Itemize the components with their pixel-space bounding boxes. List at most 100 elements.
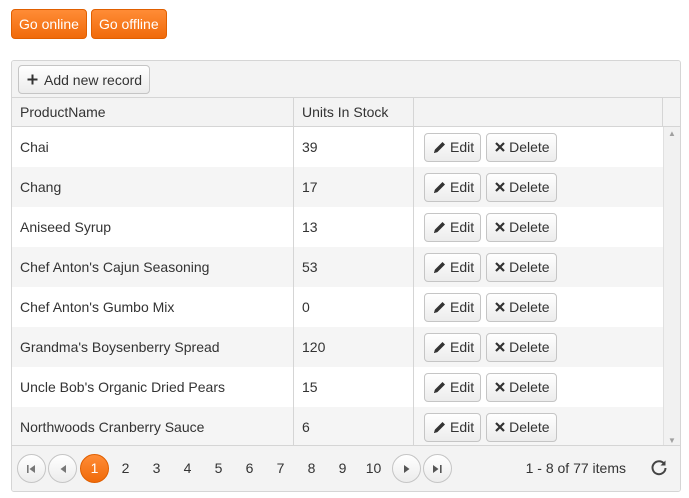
table-row: Northwoods Cranberry Sauce 6 Edit Delete: [12, 407, 664, 447]
delete-button[interactable]: Delete: [486, 132, 557, 162]
edit-label: Edit: [450, 378, 475, 395]
table-row: Chai 39 Edit Delete: [12, 127, 664, 167]
table-row: Grandma's Boysenberry Spread 120 Edit Delet…: [12, 327, 664, 367]
page-number-1[interactable]: 1: [80, 454, 109, 483]
add-new-record-button[interactable]: Add new record: [18, 65, 151, 94]
refresh-icon[interactable]: [650, 459, 668, 477]
connection-buttons: Go online Go offline: [11, 9, 167, 39]
page-number-7[interactable]: 7: [265, 454, 296, 483]
previous-page-button[interactable]: [48, 454, 77, 483]
pencil-icon: [434, 421, 445, 433]
actions-cell: Edit Delete: [414, 407, 663, 447]
close-icon: [495, 342, 505, 352]
grid-toolbar: Add new record: [12, 61, 680, 98]
pencil-icon: [434, 301, 445, 313]
delete-label: Delete: [509, 298, 550, 315]
column-header-product-name[interactable]: ProductName: [12, 98, 294, 126]
page-number-3[interactable]: 3: [141, 454, 172, 483]
next-page-button[interactable]: [392, 454, 421, 483]
actions-cell: Edit Delete: [414, 367, 663, 407]
units-in-stock-cell: 53: [294, 247, 414, 287]
table-row: Chef Anton's Cajun Seasoning 53 Edit Delete: [12, 247, 664, 287]
units-in-stock-cell: 13: [294, 207, 414, 247]
pager-info: 1 - 8 of 77 items: [525, 460, 626, 476]
delete-button[interactable]: Delete: [486, 292, 557, 322]
plus-icon: [27, 74, 38, 85]
vertical-scrollbar[interactable]: ▲ ▼: [663, 127, 680, 447]
table-row: Aniseed Syrup 13 Edit Delete: [12, 207, 664, 247]
actions-cell: Edit Delete: [414, 127, 663, 167]
grid-pager: 1 2 3 4 5 6 7 8 9 10 1 - 8 of 77 items: [12, 445, 680, 491]
last-page-button[interactable]: [423, 454, 452, 483]
next-page-icon: [403, 464, 409, 473]
page-number-10[interactable]: 10: [358, 454, 389, 483]
edit-label: Edit: [450, 338, 475, 355]
last-page-icon: [433, 464, 442, 473]
delete-button[interactable]: Delete: [486, 212, 557, 242]
edit-button[interactable]: Edit: [424, 332, 482, 362]
product-name-cell: Aniseed Syrup: [12, 207, 294, 247]
products-grid: Add new record ProductName Units In Stoc…: [11, 60, 681, 492]
page-number-4[interactable]: 4: [172, 454, 203, 483]
units-in-stock-cell: 0: [294, 287, 414, 327]
product-name-cell: Chef Anton's Gumbo Mix: [12, 287, 294, 327]
delete-label: Delete: [509, 258, 550, 275]
delete-label: Delete: [509, 418, 550, 435]
table-row: Chef Anton's Gumbo Mix 0 Edit Delete: [12, 287, 664, 327]
previous-page-icon: [60, 464, 66, 473]
add-new-record-label: Add new record: [44, 71, 143, 88]
edit-button[interactable]: Edit: [424, 132, 482, 162]
delete-button[interactable]: Delete: [486, 412, 557, 442]
edit-label: Edit: [450, 258, 475, 275]
page-number-5[interactable]: 5: [203, 454, 234, 483]
go-online-button[interactable]: Go online: [11, 9, 87, 39]
first-page-icon: [27, 464, 35, 473]
page-number-8[interactable]: 8: [296, 454, 327, 483]
edit-button[interactable]: Edit: [424, 252, 482, 282]
actions-cell: Edit Delete: [414, 167, 663, 207]
scroll-up-icon[interactable]: ▲: [668, 129, 676, 138]
delete-button[interactable]: Delete: [486, 172, 557, 202]
units-in-stock-cell: 120: [294, 327, 414, 367]
pencil-icon: [434, 341, 445, 353]
units-in-stock-cell: 6: [294, 407, 414, 447]
actions-cell: Edit Delete: [414, 207, 663, 247]
delete-button[interactable]: Delete: [486, 332, 557, 362]
edit-label: Edit: [450, 178, 475, 195]
units-in-stock-cell: 17: [294, 167, 414, 207]
edit-button[interactable]: Edit: [424, 372, 482, 402]
delete-label: Delete: [509, 218, 550, 235]
page-number-2[interactable]: 2: [110, 454, 141, 483]
go-offline-button[interactable]: Go offline: [90, 9, 167, 39]
page-number-6[interactable]: 6: [234, 454, 265, 483]
column-header-units-in-stock[interactable]: Units In Stock: [294, 98, 414, 126]
edit-button[interactable]: Edit: [424, 292, 482, 322]
page-number-9[interactable]: 9: [327, 454, 358, 483]
actions-cell: Edit Delete: [414, 287, 663, 327]
edit-label: Edit: [450, 298, 475, 315]
close-icon: [495, 142, 505, 152]
delete-label: Delete: [509, 378, 550, 395]
close-icon: [495, 302, 505, 312]
actions-cell: Edit Delete: [414, 247, 663, 287]
edit-button[interactable]: Edit: [424, 412, 482, 442]
close-icon: [495, 262, 505, 272]
delete-button[interactable]: Delete: [486, 252, 557, 282]
delete-label: Delete: [509, 178, 550, 195]
first-page-button[interactable]: [17, 454, 46, 483]
edit-label: Edit: [450, 138, 475, 155]
grid-content: Chai 39 Edit Delete Chang 17 Edit Delete Aniseed…: [12, 127, 680, 447]
units-in-stock-cell: 15: [294, 367, 414, 407]
actions-cell: Edit Delete: [414, 327, 663, 367]
product-name-cell: Northwoods Cranberry Sauce: [12, 407, 294, 447]
product-name-cell: Uncle Bob's Organic Dried Pears: [12, 367, 294, 407]
pencil-icon: [434, 141, 445, 153]
edit-button[interactable]: Edit: [424, 172, 482, 202]
delete-button[interactable]: Delete: [486, 372, 557, 402]
pencil-icon: [434, 221, 445, 233]
scroll-down-icon[interactable]: ▼: [668, 436, 676, 445]
edit-button[interactable]: Edit: [424, 212, 482, 242]
edit-label: Edit: [450, 218, 475, 235]
pencil-icon: [434, 261, 445, 273]
product-name-cell: Chang: [12, 167, 294, 207]
